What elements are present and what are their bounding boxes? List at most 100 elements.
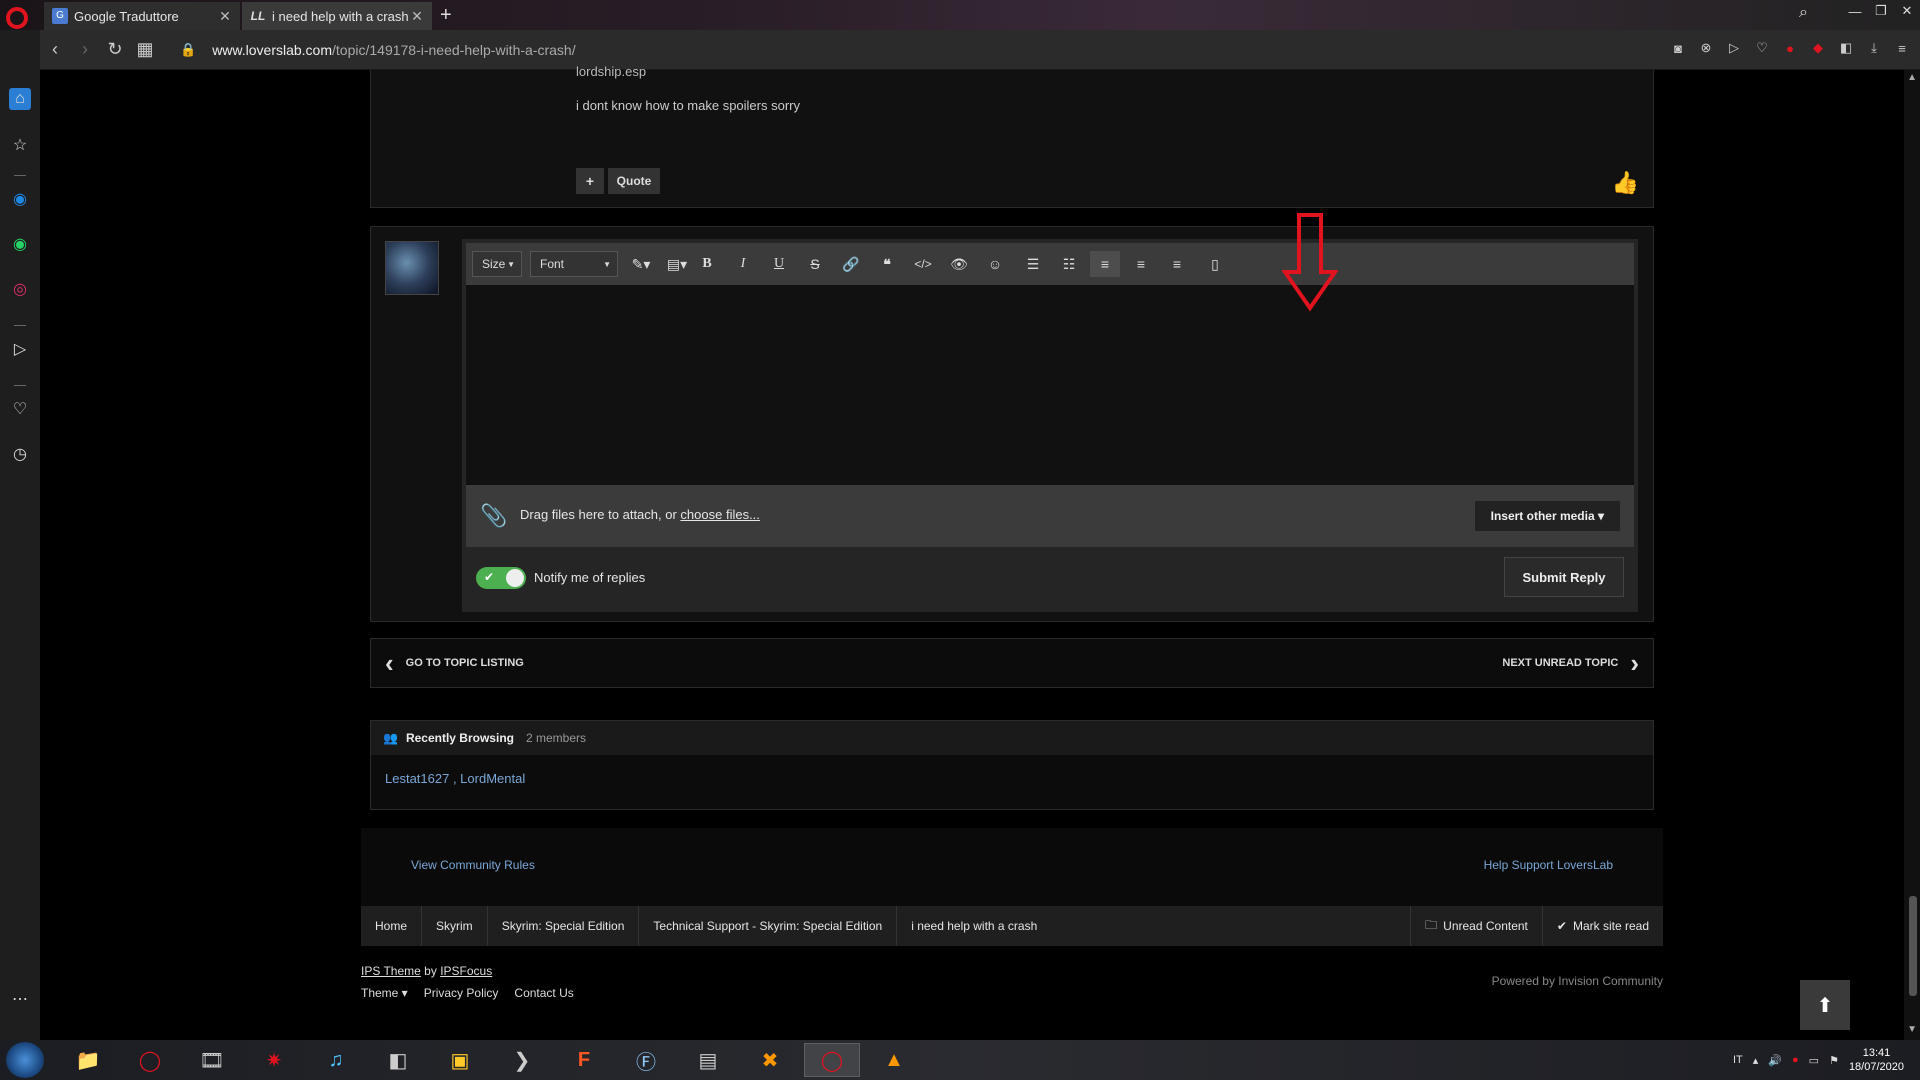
media-app-icon[interactable]: 🎞	[184, 1043, 240, 1077]
music-app-icon[interactable]: ♫	[308, 1043, 364, 1077]
breadcrumb-item[interactable]: Technical Support - Skyrim: Special Edit…	[639, 906, 898, 946]
breadcrumb-item[interactable]: Skyrim	[422, 906, 488, 946]
vlc-icon[interactable]: ▲	[866, 1043, 922, 1077]
tray-app-icon[interactable]: ●	[1792, 1054, 1799, 1066]
emoji-icon[interactable]: ☺	[980, 251, 1010, 277]
action-center-flag-icon[interactable]: ⚑	[1829, 1054, 1839, 1067]
tab-search-icon[interactable]: ⌕	[1799, 4, 1808, 22]
send-icon[interactable]: ▷	[1726, 40, 1742, 56]
file-explorer-icon[interactable]: 📁	[60, 1043, 116, 1077]
choose-files-link[interactable]: choose files...	[680, 507, 760, 522]
game-app-icon[interactable]: ✷	[246, 1043, 302, 1077]
scroll-up-arrow-icon[interactable]: ▲	[1907, 72, 1917, 83]
back-icon[interactable]: ‹	[40, 39, 70, 60]
close-tab-icon[interactable]: ✕	[218, 8, 232, 25]
reload-icon[interactable]: ↻	[100, 39, 130, 60]
opera-extension-icon[interactable]: ●	[1782, 40, 1798, 56]
help-support-link[interactable]: Help Support LoversLab	[1484, 858, 1613, 872]
maximize-icon[interactable]: ❐	[1868, 0, 1894, 22]
tab-google-translate[interactable]: G Google Traduttore ✕	[44, 2, 240, 30]
messenger-icon[interactable]: ◉	[9, 188, 31, 210]
submit-reply-button[interactable]: Submit Reply	[1504, 557, 1624, 597]
community-rules-link[interactable]: View Community Rules	[411, 858, 535, 872]
network-icon[interactable]: ▭	[1809, 1054, 1819, 1067]
star-icon[interactable]: ☆	[9, 134, 31, 156]
start-button[interactable]	[6, 1042, 44, 1078]
contact-us-link[interactable]: Contact Us	[514, 986, 573, 1000]
snapshot-icon[interactable]: ◙	[1670, 40, 1686, 56]
f-app-icon[interactable]: F	[556, 1043, 612, 1077]
forward-icon[interactable]: ›	[70, 39, 100, 60]
scroll-to-top-button[interactable]: ⬆	[1800, 980, 1850, 1030]
close-window-icon[interactable]: ✕	[1894, 0, 1920, 22]
bullet-list-icon[interactable]: ☰	[1018, 251, 1048, 277]
close-tab-icon[interactable]: ✕	[410, 8, 424, 25]
numbered-list-icon[interactable]: ☷	[1054, 251, 1084, 277]
font-dropdown[interactable]: Font ▼	[530, 251, 618, 277]
next-unread-topic-link[interactable]: NEXT UNREAD TOPIC ›	[1502, 650, 1639, 676]
scrollbar-thumb[interactable]	[1909, 896, 1917, 996]
breadcrumb-item[interactable]: Skyrim: Special Edition	[488, 906, 640, 946]
new-tab-icon[interactable]: +	[440, 4, 452, 27]
align-center-icon[interactable]: ≡	[1126, 251, 1156, 277]
mod-app-icon[interactable]: ✖	[742, 1043, 798, 1077]
quote-icon[interactable]: ❝	[872, 251, 902, 277]
multiquote-button[interactable]: +	[576, 168, 604, 194]
lock-icon[interactable]: 🔒	[180, 42, 196, 58]
underline-icon[interactable]: U	[764, 251, 794, 277]
extension-cube-icon[interactable]: ◧	[1838, 40, 1854, 56]
opera-menu-icon[interactable]	[6, 7, 28, 29]
avatar[interactable]	[385, 241, 439, 295]
editor-text-area[interactable]	[466, 285, 1634, 485]
flow-send-icon[interactable]: ▷	[9, 338, 31, 360]
paste-icon[interactable]: ▤▾	[662, 251, 692, 277]
language-indicator[interactable]: IT	[1733, 1054, 1743, 1066]
strikethrough-icon[interactable]: S	[800, 251, 830, 277]
instagram-icon[interactable]: ◎	[9, 278, 31, 300]
more-icon[interactable]: ⋯	[9, 988, 31, 1010]
heart-icon[interactable]: ♡	[1754, 40, 1770, 56]
page-scrollbar[interactable]	[1904, 70, 1920, 1040]
italic-icon[interactable]: I	[728, 251, 758, 277]
minimize-icon[interactable]: —	[1842, 0, 1868, 22]
attachment-area[interactable]: 📎 Drag files here to attach, or choose f…	[466, 485, 1634, 547]
tab-loverslab[interactable]: LL i need help with a crash - T ✕	[242, 2, 432, 30]
bold-icon[interactable]: B	[692, 251, 722, 277]
opera-taskbar-icon[interactable]: ◯	[122, 1043, 178, 1077]
home-icon[interactable]: ⌂	[9, 88, 31, 110]
mark-site-read-link[interactable]: ✔ Mark site read	[1541, 906, 1663, 946]
breadcrumb-item[interactable]: Home	[361, 906, 423, 946]
tray-expand-icon[interactable]: ▴	[1753, 1054, 1759, 1067]
quote-button[interactable]: Quote	[608, 168, 660, 194]
source-document-icon[interactable]: ▯	[1200, 251, 1230, 277]
window-app-icon[interactable]: ▤	[680, 1043, 736, 1077]
ff-app-icon[interactable]: Ⓕ	[618, 1043, 674, 1077]
scroll-down-arrow-icon[interactable]: ▼	[1907, 1024, 1917, 1035]
notify-toggle[interactable]: ✔	[476, 567, 526, 589]
whatsapp-icon[interactable]: ◉	[9, 233, 31, 255]
tool-app-icon[interactable]: ◧	[370, 1043, 426, 1077]
theme-dropdown[interactable]: Theme ▾	[361, 986, 408, 1000]
notes-app-icon[interactable]: ▣	[432, 1043, 488, 1077]
ips-theme-link[interactable]: IPS Theme	[361, 964, 421, 978]
align-left-icon[interactable]: ≡	[1090, 251, 1120, 277]
size-dropdown[interactable]: Size ▼	[472, 251, 522, 277]
history-clock-icon[interactable]: ◷	[9, 443, 31, 465]
menu-icon[interactable]: ≡	[1894, 40, 1910, 56]
unread-content-link[interactable]: 🗀 Unread Content	[1410, 906, 1542, 946]
volume-icon[interactable]: 🔊	[1768, 1054, 1782, 1067]
tabs-grid-icon[interactable]: ▦	[130, 39, 160, 60]
adblock-icon[interactable]: ⊗	[1698, 40, 1714, 56]
insert-other-media-button[interactable]: Insert other media ▾	[1474, 501, 1620, 531]
powered-by[interactable]: Powered by Invision Community	[1492, 974, 1663, 988]
abp-extension-icon[interactable]: ◆	[1810, 40, 1826, 56]
code-icon[interactable]: </>	[908, 251, 938, 277]
heart-icon[interactable]: ♡	[9, 398, 31, 420]
url-field[interactable]: www.loverslab.com/topic/149178-i-need-he…	[212, 42, 575, 58]
privacy-policy-link[interactable]: Privacy Policy	[424, 986, 499, 1000]
go-to-topic-listing-link[interactable]: ‹ GO TO TOPIC LISTING	[385, 650, 524, 676]
reaction-thumb-icon[interactable]: 👍	[1612, 170, 1639, 196]
link-icon[interactable]: 🔗	[836, 251, 866, 277]
text-color-icon[interactable]: ✎▾	[626, 251, 656, 277]
opera-active-taskbar-icon[interactable]: ◯	[804, 1043, 860, 1077]
